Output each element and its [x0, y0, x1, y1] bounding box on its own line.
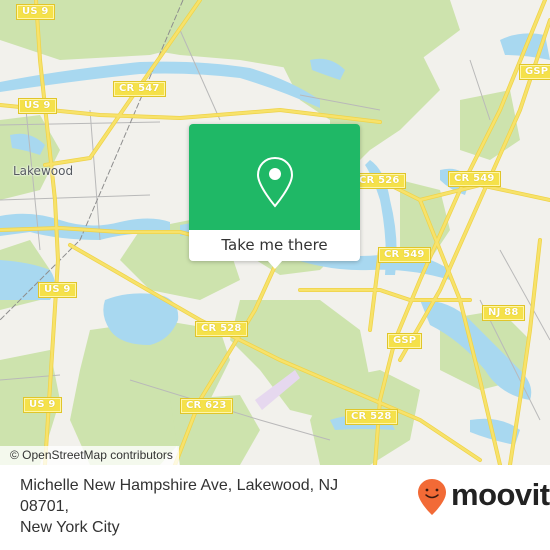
popup-header [189, 124, 360, 230]
location-pin-icon [256, 156, 294, 208]
address-text: Michelle New Hampshire Ave, Lakewood, NJ… [20, 475, 390, 538]
route-shield: US 9 [38, 282, 77, 298]
moovit-wordmark: moovit [451, 477, 550, 512]
footer: Michelle New Hampshire Ave, Lakewood, NJ… [0, 465, 550, 550]
route-shield: GSP [386, 333, 423, 349]
location-popup[interactable]: Take me there [189, 124, 360, 269]
place-label-lakewood: Lakewood [13, 164, 74, 178]
moovit-logo[interactable]: moovit [416, 475, 550, 515]
map-attribution[interactable]: © OpenStreetMap contributors [0, 446, 179, 465]
route-shield: US 9 [23, 397, 62, 413]
moovit-pin-icon [418, 479, 446, 515]
route-shield: CR 528 [195, 321, 248, 337]
take-me-there-button[interactable]: Take me there [189, 230, 360, 261]
address-line-2: New York City [20, 519, 120, 536]
popup-pointer [267, 260, 283, 269]
route-shield: CR 528 [345, 409, 398, 425]
route-shield: CR 549 [448, 171, 501, 187]
route-shield: NJ 88 [482, 305, 525, 321]
route-shield: CR 526 [353, 173, 406, 189]
route-shield: US 9 [18, 98, 57, 114]
route-shield: CR 549 [378, 247, 431, 263]
route-shield: US 9 [16, 4, 55, 20]
route-shield: GSP [518, 64, 550, 80]
route-shield: CR 547 [113, 81, 166, 97]
map[interactable]: Lakewood US 9 US 9 US 9 US 9 CR 547 CR 5… [0, 0, 550, 465]
route-shield: CR 623 [180, 398, 233, 414]
address-line-1: Michelle New Hampshire Ave, Lakewood, NJ… [20, 477, 339, 515]
